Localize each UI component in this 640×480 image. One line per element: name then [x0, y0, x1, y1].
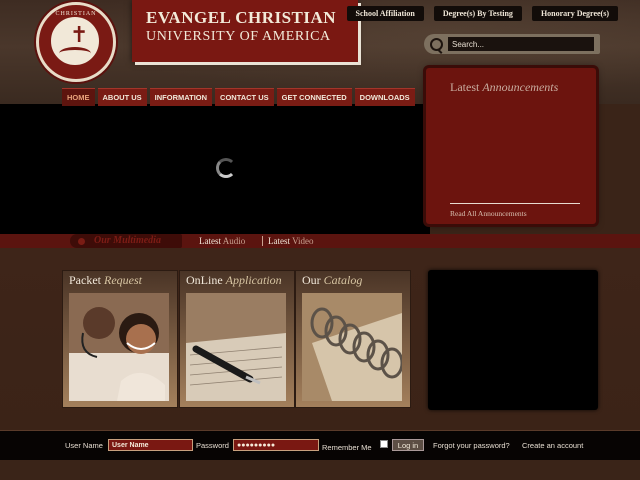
tab-latest-audio[interactable]: Latest Audio	[199, 236, 245, 246]
announcements-title: Latest Announcements	[450, 80, 558, 95]
cross-icon: ✝	[70, 23, 89, 48]
card-title-accent: Application	[225, 273, 282, 287]
top-link-degrees-by-testing[interactable]: Degree(s) By Testing	[433, 6, 522, 21]
nav-information[interactable]: INFORMATION	[149, 88, 213, 106]
forgot-password-link[interactable]: Forgot your password?	[433, 441, 510, 450]
open-book-icon	[59, 47, 91, 60]
multimedia-label: Our Multimedia	[70, 234, 182, 248]
create-account-link[interactable]: Create an account	[522, 441, 583, 450]
multimedia-label-text: Our Multimedia	[94, 235, 161, 246]
card-our-catalog-title: Our Catalog	[302, 273, 362, 288]
pen-and-form-photo	[186, 293, 286, 401]
search-input[interactable]	[448, 37, 594, 51]
card-title-lead: Our	[302, 273, 321, 287]
card-our-catalog[interactable]: Our Catalog	[295, 270, 411, 408]
card-title-accent: Catalog	[323, 273, 363, 287]
tab-latest-video-lead: Latest	[268, 236, 290, 246]
login-button[interactable]: Log in	[392, 439, 424, 451]
spiral-notebook-photo	[302, 293, 402, 401]
announcements-panel: Latest Announcements Read All Announceme…	[426, 68, 596, 224]
title-line-2: UNIVERSITY OF AMERICA	[146, 29, 331, 44]
loading-spinner-icon	[216, 158, 236, 178]
tab-latest-video-accent: Video	[292, 236, 314, 246]
read-all-announcements-link[interactable]: Read All Announcements	[450, 209, 527, 218]
announcements-title-lead: Latest	[450, 80, 480, 94]
video-player[interactable]	[428, 270, 598, 410]
tab-latest-video[interactable]: Latest Video	[268, 236, 314, 246]
tab-latest-audio-lead: Latest	[199, 236, 221, 246]
seal-emblem: ✝	[49, 15, 101, 67]
card-packet-request[interactable]: Packet Request	[62, 270, 178, 408]
multimedia-tab-divider	[262, 236, 263, 246]
nav-home[interactable]: HOME	[62, 88, 95, 106]
customer-service-photo	[69, 293, 169, 401]
multimedia-bullet-icon	[78, 238, 85, 245]
announcements-divider	[450, 203, 580, 204]
top-link-honorary-degrees[interactable]: Honorary Degree(s)	[531, 6, 618, 21]
university-title-banner[interactable]: EVANGEL CHRISTIAN UNIVERSITY OF AMERICA	[132, 0, 358, 62]
title-line-1: EVANGEL CHRISTIAN	[146, 8, 337, 27]
image-slider[interactable]	[0, 104, 430, 234]
card-online-application[interactable]: OnLine Application	[179, 270, 295, 408]
announcements-title-accent: Announcements	[482, 80, 559, 94]
password-field[interactable]	[233, 439, 319, 451]
nav-contact-us[interactable]: CONTACT US	[215, 88, 274, 106]
university-seal-logo[interactable]: CHRISTIAN ✝	[36, 2, 116, 82]
remember-me-checkbox[interactable]	[380, 440, 388, 448]
card-packet-request-title: Packet Request	[69, 273, 142, 288]
top-link-school-affiliation[interactable]: School Affiliation	[346, 6, 424, 21]
tab-latest-audio-accent: Audio	[222, 236, 246, 246]
nav-get-connected[interactable]: GET CONNECTED	[276, 88, 352, 106]
top-links: School Affiliation Degree(s) By Testing …	[346, 6, 618, 21]
card-title-lead: OnLine	[186, 273, 223, 287]
nav-downloads[interactable]: DOWNLOADS	[354, 88, 415, 106]
card-online-application-title: OnLine Application	[186, 273, 282, 288]
remember-me-label: Remember Me	[322, 443, 372, 452]
search-icon[interactable]	[430, 38, 443, 51]
main-nav: HOME ABOUT US INFORMATION CONTACT US GET…	[62, 88, 415, 106]
footer-strip	[0, 460, 640, 480]
password-label: Password	[196, 441, 229, 450]
username-label: User Name	[65, 441, 103, 450]
nav-about-us[interactable]: ABOUT US	[97, 88, 147, 106]
card-title-lead: Packet	[69, 273, 101, 287]
username-field[interactable]	[108, 439, 193, 451]
card-title-accent: Request	[104, 273, 142, 287]
search-box	[424, 34, 600, 54]
